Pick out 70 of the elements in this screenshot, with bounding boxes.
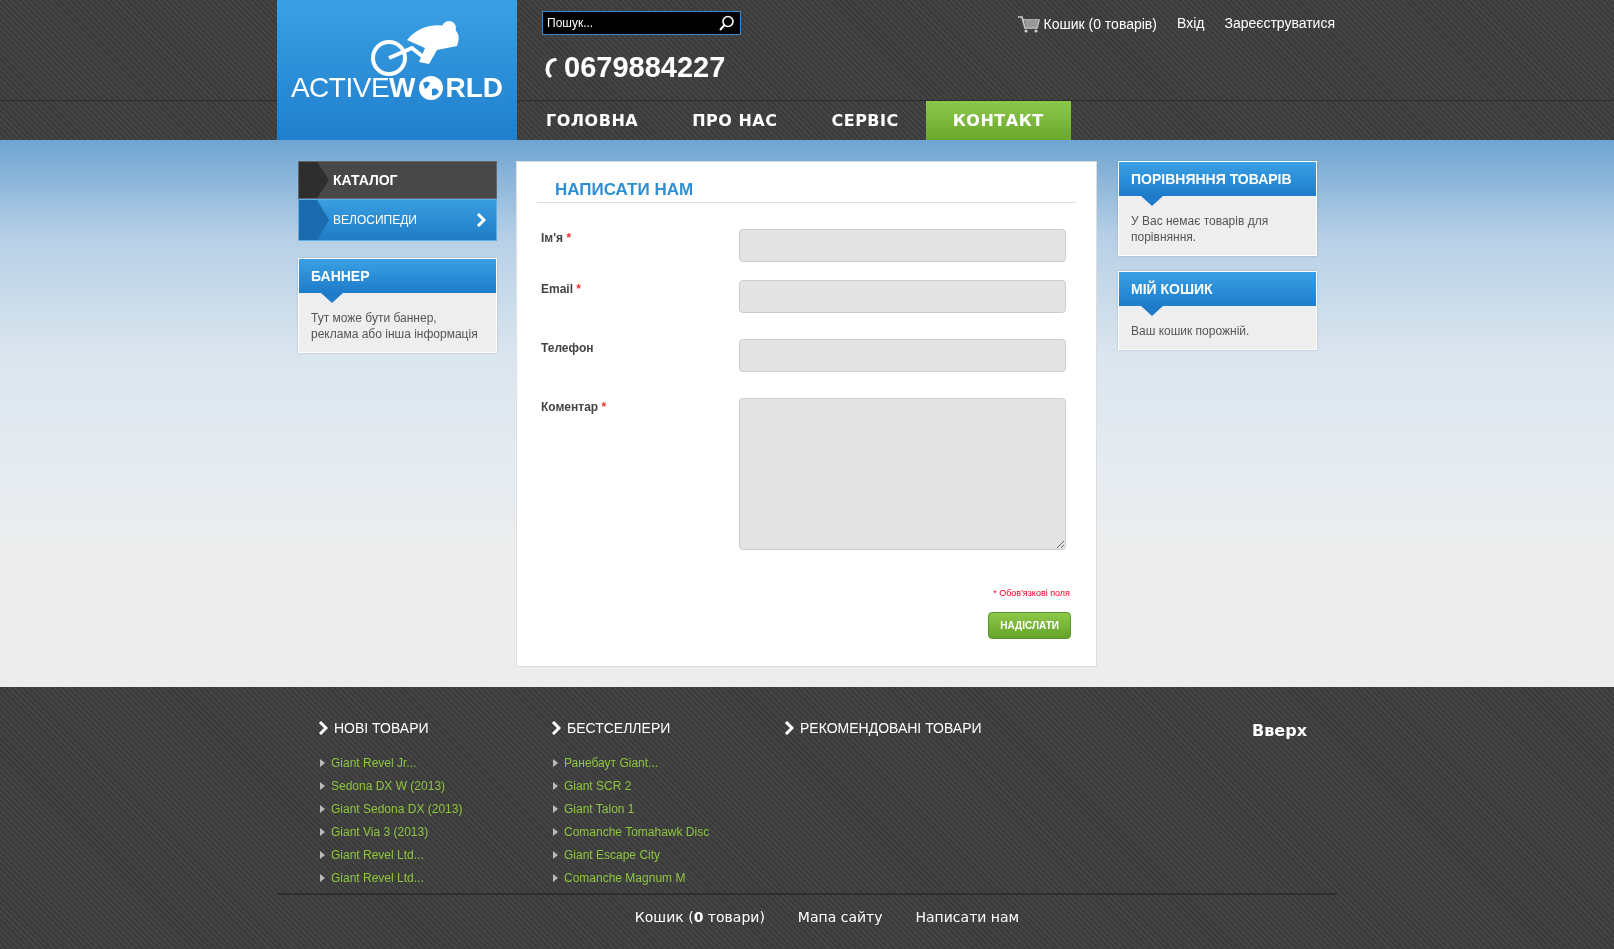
chevron-right-icon [784, 721, 794, 735]
search-field[interactable]: Пошук... [542, 11, 741, 35]
footer-link[interactable]: Написати нам [915, 909, 1020, 925]
field-label: Email * [540, 281, 582, 298]
bullet-icon [553, 850, 558, 859]
required-note: * Обов'язкові поля [992, 588, 1071, 598]
product-link[interactable]: Comanche Tomahawk Disc [564, 824, 710, 839]
search-icon [719, 15, 735, 31]
box-text: Ваш кошик порожній. [1130, 323, 1251, 340]
back-to-top-link[interactable]: Вверх [1252, 721, 1307, 740]
field-label: Ім'я * [540, 230, 572, 247]
bullet-icon [553, 781, 558, 790]
product-link[interactable]: Giant Via 3 (2013) [331, 824, 429, 839]
product-link[interactable]: Giant Revel Ltd... [331, 870, 424, 885]
globe-icon [416, 74, 445, 102]
chevron-right-icon [476, 213, 486, 227]
bullet-icon [553, 827, 558, 836]
input-field[interactable] [739, 339, 1066, 372]
product-link[interactable]: Ранебаут Giant... [564, 755, 659, 770]
input-field[interactable] [739, 280, 1066, 313]
bullet-icon [320, 804, 325, 813]
box-header: МІЙ КОШИК [1119, 272, 1316, 306]
bullet-icon [553, 804, 558, 813]
logo-panel[interactable]: ACTIVEW RLD [277, 0, 517, 140]
footer-link[interactable]: Кошик (0 товари) [634, 909, 765, 925]
footer-heading: РЕКОМЕНДОВАНІ ТОВАРИ [800, 720, 982, 736]
bullet-icon [320, 850, 325, 859]
bullet-icon [320, 781, 325, 790]
form-title: НАПИСАТИ НАМ [537, 180, 1076, 203]
bullet-icon [553, 873, 558, 882]
header-link[interactable]: Зареєструватися [1224, 15, 1335, 31]
phone-number: 0679884227 [564, 51, 726, 84]
chevron-right-icon [318, 721, 328, 735]
footer-heading: НОВІ ТОВАРИ [334, 720, 429, 736]
field-label: Телефон [540, 340, 594, 357]
catalog-item[interactable]: ВЕЛОСИПЕДИ [298, 199, 497, 241]
bullet-icon [553, 758, 558, 767]
product-link[interactable]: Comanche Magnum M [564, 870, 686, 885]
arrow-notch [299, 200, 329, 240]
header-link[interactable]: Вхід [1176, 15, 1205, 31]
catalog-title: КАТАЛОГ [333, 172, 398, 188]
arrow-notch [299, 162, 329, 198]
product-link[interactable]: Giant Revel Jr... [331, 755, 417, 770]
box-header: ПОРІВНЯННЯ ТОВАРІВ [1119, 162, 1316, 196]
box-text: У Вас немає товарів для порівняння. [1130, 213, 1270, 246]
field-label: Коментар * [540, 399, 607, 416]
bullet-icon [320, 758, 325, 767]
product-link[interactable]: Giant SCR 2 [564, 778, 632, 793]
input-field[interactable] [739, 229, 1066, 262]
footer-link[interactable]: Мапа сайту [797, 909, 883, 925]
product-link[interactable]: Giant Sedona DX (2013) [331, 801, 463, 816]
product-link[interactable]: Giant Escape City [564, 847, 661, 862]
logo-text: RLD [445, 72, 504, 104]
bullet-icon [320, 827, 325, 836]
footer-heading: БЕСТСЕЛЛЕРИ [567, 720, 671, 736]
logo-text: ACTIVE [290, 72, 390, 104]
comment-field[interactable] [739, 398, 1066, 550]
nav-tab[interactable]: ГОЛОВНА [519, 101, 666, 140]
logo-text: W [389, 72, 416, 104]
bullet-icon [320, 873, 325, 882]
chevron-right-icon [551, 721, 561, 735]
nav-tab[interactable]: ПРО НАС [665, 101, 805, 140]
product-link[interactable]: Giant Talon 1 [564, 801, 635, 816]
product-link[interactable]: Giant Revel Ltd... [331, 847, 424, 862]
cart-icon [1016, 15, 1041, 33]
cart-link[interactable]: Кошик (0 товарів) [1016, 15, 1157, 33]
nav-tab[interactable]: СЕРВІС [804, 101, 926, 140]
box-header: БАННЕР [299, 259, 496, 293]
box-text: Тут може бути баннер, реклама або інша інформація [310, 310, 479, 343]
product-link[interactable]: Sedona DX W (2013) [331, 778, 446, 793]
